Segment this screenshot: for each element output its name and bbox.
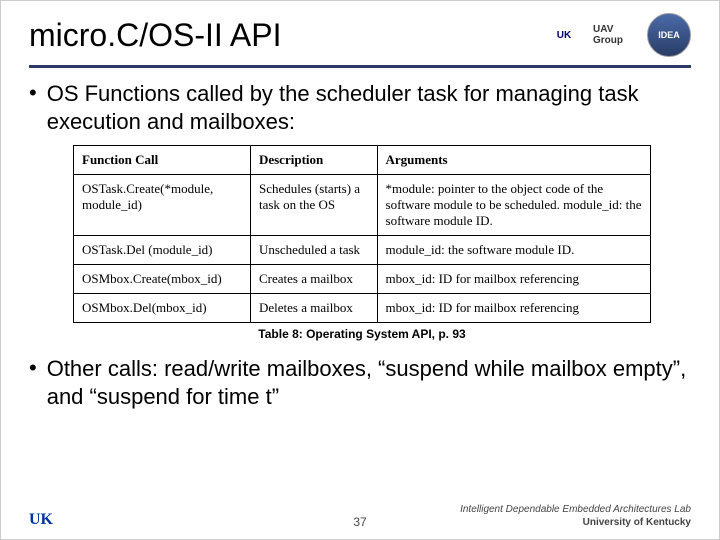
- table-caption: Table 8: Operating System API, p. 93: [73, 327, 651, 341]
- slide-footer: UK 37 Intelligent Dependable Embedded Ar…: [1, 503, 719, 529]
- slide-content: OS Functions called by the scheduler tas…: [1, 80, 719, 410]
- bullet-item: Other calls: read/write mailboxes, “susp…: [29, 355, 691, 410]
- idea-logo-icon: IDEA: [647, 13, 691, 57]
- table-row: OSMbox.Create(mbox_id) Creates a mailbox…: [74, 265, 651, 294]
- table-header-row: Function Call Description Arguments: [74, 146, 651, 175]
- logo-group: UK UAV Group IDEA: [539, 13, 691, 57]
- cell-desc: Unscheduled a task: [250, 236, 377, 265]
- cell-func: OSTask.Create(*module, module_id): [74, 175, 251, 236]
- uk-logo-icon: UK: [539, 16, 589, 54]
- cell-desc: Schedules (starts) a task on the OS: [250, 175, 377, 236]
- cell-desc: Creates a mailbox: [250, 265, 377, 294]
- header-divider: [29, 65, 691, 68]
- page-title: micro.C/OS-II API: [29, 17, 281, 54]
- cell-func: OSTask.Del (module_id): [74, 236, 251, 265]
- cell-func: OSMbox.Del(mbox_id): [74, 294, 251, 323]
- api-table-wrap: Function Call Description Arguments OSTa…: [29, 143, 691, 355]
- bullet-text: Other calls: read/write mailboxes, “susp…: [47, 355, 691, 410]
- table-row: OSTask.Create(*module, module_id) Schedu…: [74, 175, 651, 236]
- cell-args: mbox_id: ID for mailbox referencing: [377, 294, 650, 323]
- col-arguments: Arguments: [377, 146, 650, 175]
- bullet-item: OS Functions called by the scheduler tas…: [29, 80, 691, 135]
- cell-args: module_id: the software module ID.: [377, 236, 650, 265]
- col-description: Description: [250, 146, 377, 175]
- footer-lab: Intelligent Dependable Embedded Architec…: [460, 503, 691, 516]
- footer-university: University of Kentucky: [460, 516, 691, 529]
- footer-credit: Intelligent Dependable Embedded Architec…: [460, 503, 691, 529]
- table-row: OSMbox.Del(mbox_id) Deletes a mailbox mb…: [74, 294, 651, 323]
- table-row: OSTask.Del (module_id) Unscheduled a tas…: [74, 236, 651, 265]
- slide-header: micro.C/OS-II API UK UAV Group IDEA: [1, 1, 719, 59]
- footer-logo-icon: UK: [29, 511, 53, 529]
- cell-func: OSMbox.Create(mbox_id): [74, 265, 251, 294]
- uav-logo-icon: UAV Group: [593, 16, 643, 54]
- page-number: 37: [353, 515, 366, 529]
- cell-args: *module: pointer to the object code of t…: [377, 175, 650, 236]
- api-table: Function Call Description Arguments OSTa…: [73, 145, 651, 323]
- col-function: Function Call: [74, 146, 251, 175]
- bullet-text: OS Functions called by the scheduler tas…: [47, 80, 691, 135]
- cell-desc: Deletes a mailbox: [250, 294, 377, 323]
- cell-args: mbox_id: ID for mailbox referencing: [377, 265, 650, 294]
